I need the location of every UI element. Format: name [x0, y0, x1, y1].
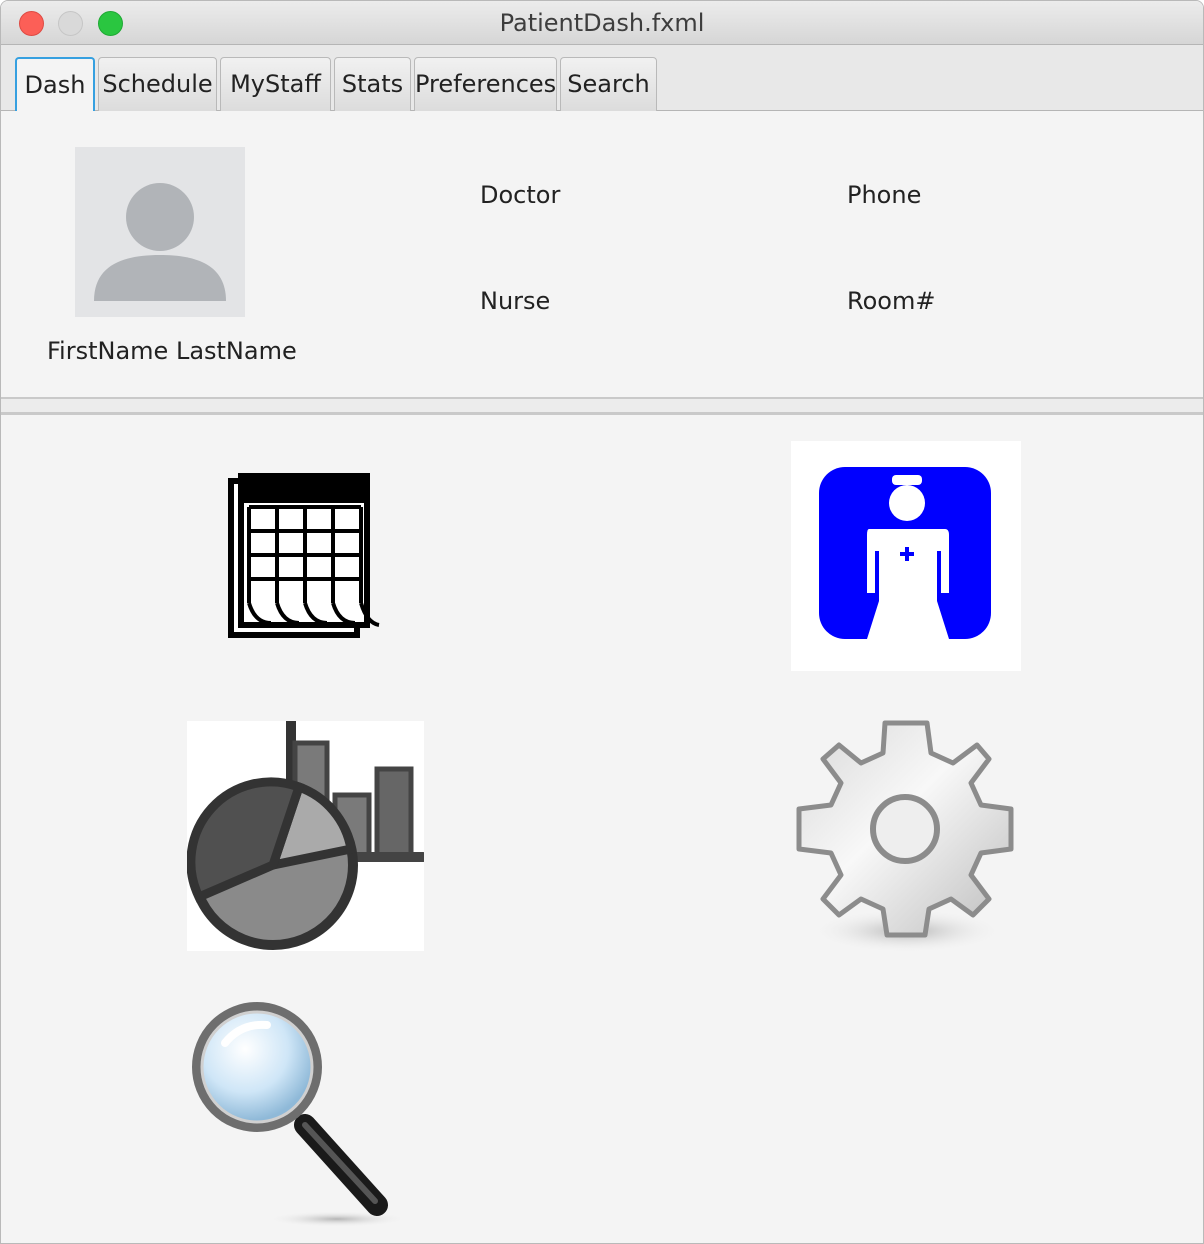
- patient-name: FirstName LastName: [47, 337, 297, 365]
- nurse-icon[interactable]: [791, 441, 1021, 671]
- tab-mystaff[interactable]: MyStaff: [220, 57, 331, 111]
- tab-schedule[interactable]: Schedule: [98, 57, 217, 111]
- gear-icon[interactable]: [795, 719, 1017, 955]
- chart-icon[interactable]: [186, 721, 428, 951]
- split-divider[interactable]: [1, 397, 1203, 415]
- calendar-icon[interactable]: [227, 472, 383, 639]
- app-window: PatientDash.fxml Dash Schedule MyStaff S…: [0, 0, 1204, 1244]
- phone-label: Phone: [847, 181, 922, 209]
- tab-preferences[interactable]: Preferences: [414, 57, 557, 111]
- window-title: PatientDash.fxml: [499, 9, 705, 37]
- tab-search[interactable]: Search: [560, 57, 657, 111]
- tab-dash[interactable]: Dash: [15, 57, 95, 111]
- patient-header: FirstName LastName Doctor Nurse Phone Ro…: [1, 111, 1203, 397]
- tab-bar: Dash Schedule MyStaff Stats Preferences …: [1, 45, 1203, 111]
- nurse-label: Nurse: [480, 287, 551, 315]
- doctor-label: Doctor: [480, 181, 561, 209]
- title-bar: PatientDash.fxml: [1, 1, 1203, 45]
- tab-stats[interactable]: Stats: [334, 57, 411, 111]
- user-avatar-icon: [75, 147, 245, 317]
- dashboard-grid: [1, 415, 1203, 1243]
- room-label: Room#: [847, 287, 936, 315]
- magnifier-icon[interactable]: [187, 1001, 407, 1227]
